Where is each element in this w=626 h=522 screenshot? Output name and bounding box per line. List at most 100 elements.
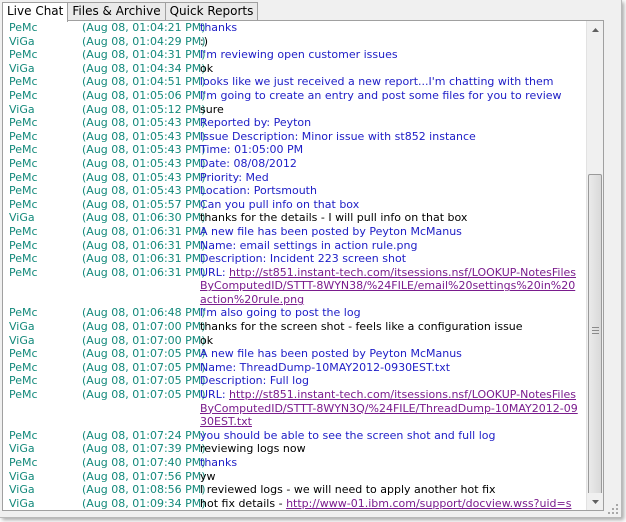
- chat-message: PeMc (Aug 08, 01:05:43 PM) Time: 01:05:00 …: [9, 143, 585, 157]
- message-sender: PeMc: [9, 360, 38, 374]
- chat-message: ViGa (Aug 08, 01:07:00 PM) ok: [9, 334, 585, 348]
- chat-window: Live Chat Files & Archive Quick Reports …: [0, 0, 622, 518]
- message-sender: PeMc: [9, 265, 38, 279]
- message-text: Description: Incident 223 screen shot: [200, 252, 407, 266]
- arrow-up-icon: [591, 27, 599, 32]
- message-text: I'm also going to post the log: [200, 306, 361, 320]
- message-sender: ViGa: [9, 211, 35, 225]
- message-text: :): [200, 34, 208, 48]
- message-text: thanks for the screen shot - feels like …: [200, 320, 523, 334]
- scrollbar-thumb[interactable]: [588, 174, 602, 501]
- message-sender: PeMc: [9, 388, 38, 402]
- chat-message: ViGa (Aug 08, 01:04:29 PM):): [9, 35, 585, 49]
- message-sender: PeMc: [9, 143, 38, 157]
- message-sender: PeMc: [9, 224, 38, 238]
- message-timestamp: (Aug 08, 01:05:43 PM): [82, 170, 206, 184]
- chat-message: PeMc (Aug 08, 01:07:05 PM) Description: Fu…: [9, 374, 585, 388]
- message-timestamp: (Aug 08, 01:05:57 PM): [82, 197, 206, 211]
- message-text: Reported by: Peyton: [200, 116, 312, 130]
- chat-message: PeMc (Aug 08, 01:07:05 PM) A new file has …: [9, 347, 585, 361]
- message-text: Name: ThreadDump-10MAY2012-0930EST.txt: [200, 360, 451, 374]
- chat-message: PeMc (Aug 08, 01:05:43 PM) Priority: Med: [9, 171, 585, 185]
- message-text: A new file has been posted by Peyton McM…: [200, 347, 462, 361]
- message-sender: PeMc: [9, 184, 38, 198]
- message-text: ok: [200, 61, 214, 75]
- message-sender: ViGa: [9, 442, 35, 456]
- message-text: looks like we just received a new report…: [200, 75, 554, 89]
- grip-icon: [592, 327, 599, 334]
- message-timestamp: (Aug 08, 01:04:29 PM): [82, 34, 206, 48]
- chat-message: PeMc (Aug 08, 01:06:31 PM) URL: http://st8…: [9, 266, 585, 307]
- message-timestamp: (Aug 08, 01:07:05 PM): [82, 360, 206, 374]
- message-timestamp: (Aug 08, 01:06:31 PM): [82, 224, 206, 238]
- arrow-down-icon: [591, 499, 599, 504]
- chat-message: PeMc (Aug 08, 01:04:31 PM) I'm reviewing o…: [9, 48, 585, 62]
- message-timestamp: (Aug 08, 01:04:21 PM): [82, 21, 206, 34]
- message-sender: PeMc: [9, 75, 38, 89]
- message-text: Name: email settings in action rule.png: [200, 238, 418, 252]
- message-link-prefix: URL:: [200, 265, 230, 279]
- message-timestamp: (Aug 08, 01:04:51 PM): [82, 75, 206, 89]
- chat-message: PeMc (Aug 08, 01:04:21 PM) thanks: [9, 21, 585, 35]
- message-timestamp: (Aug 08, 01:07:05 PM): [82, 388, 206, 402]
- message-timestamp: (Aug 08, 01:05:43 PM): [82, 184, 206, 198]
- message-sender: ViGa: [9, 483, 35, 497]
- chat-message: PeMc (Aug 08, 01:05:43 PM) Issue Descripti…: [9, 130, 585, 144]
- message-sender: PeMc: [9, 252, 38, 266]
- message-text: reviewing logs now: [200, 442, 306, 456]
- message-link[interactable]: http://st851.instant-tech.com/itsessions…: [200, 388, 578, 428]
- chat-message: PeMc (Aug 08, 01:05:43 PM) Location: Ports…: [9, 184, 585, 198]
- tab-live-chat[interactable]: Live Chat: [2, 2, 69, 22]
- vertical-scrollbar[interactable]: [586, 21, 603, 510]
- scroll-down-button[interactable]: [587, 493, 603, 510]
- chat-message: ViGa (Aug 08, 01:07:56 PM) yw: [9, 470, 585, 484]
- message-sender: PeMc: [9, 456, 38, 470]
- message-timestamp: (Aug 08, 01:06:31 PM): [82, 252, 206, 266]
- message-timestamp: (Aug 08, 01:06:31 PM): [82, 265, 206, 279]
- message-text: I'm going to create an entry and post so…: [200, 88, 562, 102]
- message-text: ok: [200, 333, 214, 347]
- message-timestamp: (Aug 08, 01:05:43 PM): [82, 129, 206, 143]
- message-text: Issue Description: Minor issue with st85…: [200, 129, 476, 143]
- chat-message: PeMc (Aug 08, 01:05:43 PM) Reported by: Pe…: [9, 116, 585, 130]
- message-sender: PeMc: [9, 48, 38, 62]
- chat-transcript: PeMc (Aug 08, 01:04:21 PM) thanks ViGa (Aug …: [9, 21, 585, 510]
- message-text: hot fix details - http://www-01.ibm.com/…: [200, 497, 580, 510]
- chat-message: PeMc (Aug 08, 01:05:57 PM) Can you pull in…: [9, 198, 585, 212]
- message-text: Time: 01:05:00 PM: [200, 143, 304, 157]
- tab-quick-reports[interactable]: Quick Reports: [164, 2, 259, 21]
- message-timestamp: (Aug 08, 01:07:56 PM): [82, 469, 206, 483]
- chat-message: ViGa (Aug 08, 01:07:39 PM) reviewing logs …: [9, 442, 585, 456]
- tab-bar: Live Chat Files & Archive Quick Reports: [2, 2, 259, 22]
- message-timestamp: (Aug 08, 01:05:06 PM): [82, 88, 206, 102]
- message-sender: ViGa: [9, 320, 35, 334]
- message-sender: ViGa: [9, 102, 35, 116]
- message-sender: PeMc: [9, 21, 38, 34]
- message-link-prefix: URL:: [200, 388, 230, 402]
- message-text: Date: 08/08/2012: [200, 156, 297, 170]
- message-text: Priority: Med: [200, 170, 269, 184]
- message-timestamp: (Aug 08, 01:07:39 PM): [82, 442, 206, 456]
- tab-files-archive[interactable]: Files & Archive: [67, 2, 166, 21]
- message-text: yw: [200, 469, 216, 483]
- resize-grip-icon[interactable]: [607, 503, 619, 515]
- chat-message: ViGa (Aug 08, 01:06:30 PM) thanks for the …: [9, 211, 585, 225]
- scroll-up-button[interactable]: [587, 21, 603, 38]
- message-timestamp: (Aug 08, 01:07:05 PM): [82, 347, 206, 361]
- message-sender: PeMc: [9, 347, 38, 361]
- chat-message: PeMc (Aug 08, 01:07:40 PM) thanks: [9, 456, 585, 470]
- message-sender: ViGa: [9, 34, 35, 48]
- message-timestamp: (Aug 08, 01:05:12 PM): [82, 102, 206, 116]
- chat-message: PeMc (Aug 08, 01:07:05 PM) URL: http://st8…: [9, 388, 585, 429]
- message-timestamp: (Aug 08, 01:07:24 PM): [82, 428, 206, 442]
- chat-message: PeMc (Aug 08, 01:04:51 PM) looks like we j…: [9, 75, 585, 89]
- message-timestamp: (Aug 08, 01:04:31 PM): [82, 48, 206, 62]
- message-sender: PeMc: [9, 306, 38, 320]
- chat-message: ViGa (Aug 08, 01:04:34 PM) ok: [9, 62, 585, 76]
- chat-message: PeMc (Aug 08, 01:05:43 PM) Date: 08/08/201…: [9, 157, 585, 171]
- message-link[interactable]: http://st851.instant-tech.com/itsessions…: [200, 266, 576, 306]
- message-timestamp: (Aug 08, 01:06:31 PM): [82, 238, 206, 252]
- message-text: Description: Full log: [200, 374, 309, 388]
- message-timestamp: (Aug 08, 01:05:43 PM): [82, 143, 206, 157]
- message-sender: PeMc: [9, 197, 38, 211]
